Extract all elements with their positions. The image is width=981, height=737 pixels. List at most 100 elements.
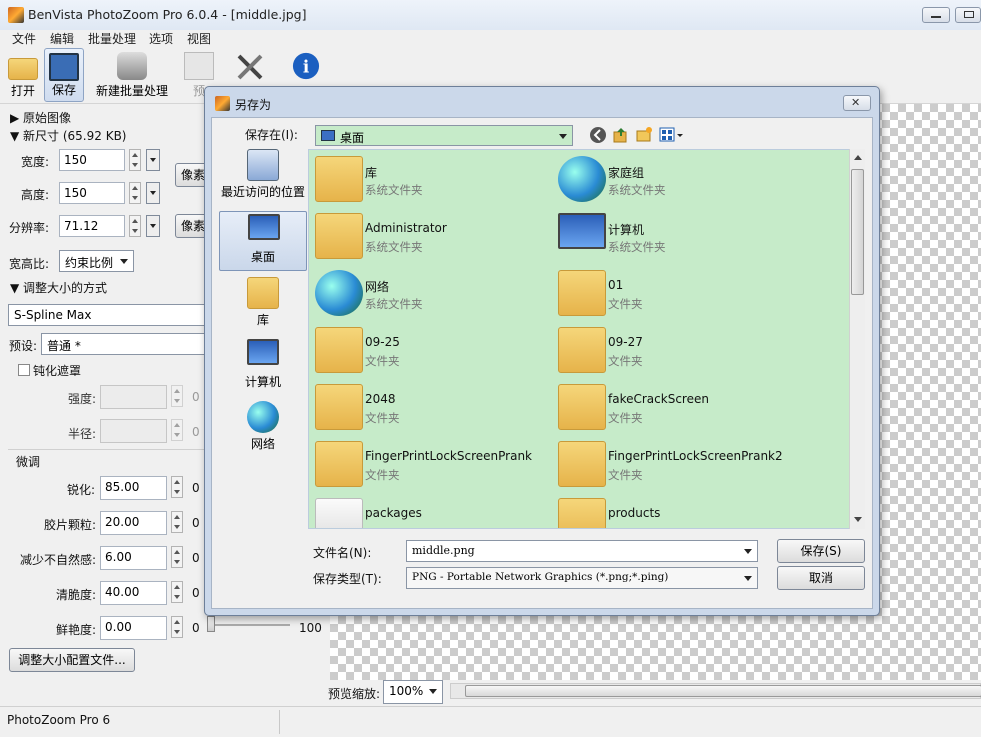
file-item-computer[interactable]: 计算机 系统文件夹 [552, 209, 792, 263]
save-in-value: 桌面 [340, 131, 365, 145]
original-image-header[interactable]: ▶ 原始图像 [10, 109, 71, 126]
file-item-2048[interactable]: 2048 文件夹 [309, 380, 549, 434]
reduce-artifacts-input[interactable]: 6.00 [100, 546, 167, 570]
new-folder-icon[interactable] [635, 126, 653, 144]
method-select[interactable]: S-Spline Max [8, 304, 208, 326]
horizontal-scroll-thumb[interactable] [465, 685, 981, 697]
sharpen-input[interactable]: 85.00 [100, 476, 167, 500]
new-size-header[interactable]: ▼ 新尺寸 (65.92 KB) [10, 127, 127, 144]
film-grain-spinner[interactable] [171, 511, 183, 533]
reduce-artifacts-spinner[interactable] [171, 546, 183, 568]
divider [8, 449, 208, 450]
menu-options[interactable]: 选项 [149, 30, 173, 47]
sharpen-spinner[interactable] [171, 476, 183, 498]
resize-profile-button[interactable]: 调整大小配置文件... [9, 648, 135, 672]
film-grain-input[interactable]: 20.00 [100, 511, 167, 535]
save-button[interactable]: 保存 [44, 48, 84, 102]
file-item-fakecrackscreen[interactable]: fakeCrackScreen 文件夹 [552, 380, 792, 434]
vividness-spinner[interactable] [171, 616, 183, 638]
width-spinner[interactable] [129, 149, 141, 171]
resolution-input[interactable]: 71.12 [59, 215, 125, 237]
dialog-save-button[interactable]: 保存(S) [777, 539, 865, 563]
file-name: Administrator [365, 221, 447, 235]
folder-icon [315, 498, 363, 528]
file-list[interactable]: 库 系统文件夹 家庭组 系统文件夹 Administrator 系统文件夹 计算… [308, 149, 853, 529]
menu-file[interactable]: 文件 [12, 30, 36, 47]
filename-value: middle.png [412, 544, 475, 557]
dialog-cancel-button[interactable]: 取消 [777, 566, 865, 590]
file-item-library[interactable]: 库 系统文件夹 [309, 152, 549, 206]
crispness-zero: 0 [192, 586, 200, 600]
file-type: 文件夹 [365, 411, 400, 425]
scroll-thumb[interactable] [851, 169, 864, 295]
scroll-down-icon[interactable] [854, 517, 862, 522]
file-item-09-27[interactable]: 09-27 文件夹 [552, 323, 792, 377]
file-item-01[interactable]: 01 文件夹 [552, 266, 792, 320]
open-folder-icon [8, 58, 38, 80]
radius-zero: 0 [192, 425, 200, 439]
database-icon [117, 52, 147, 80]
place-network[interactable]: 网络 [219, 399, 307, 459]
file-item-products[interactable]: products [552, 494, 792, 528]
scroll-up-icon[interactable] [854, 155, 862, 160]
width-dropdown[interactable] [146, 149, 160, 171]
vividness-slider-thumb[interactable] [207, 616, 215, 632]
filetype-value: PNG - Portable Network Graphics (*.png;*… [412, 571, 669, 583]
unsharp-mask-label: 钝化遮罩 [33, 364, 82, 378]
chevron-down-icon [744, 549, 752, 554]
unsharp-mask-checkbox[interactable] [18, 364, 30, 376]
resize-method-header[interactable]: ▼ 调整大小的方式 [10, 279, 107, 296]
vividness-slider-track[interactable] [210, 624, 290, 626]
file-item-homegroup[interactable]: 家庭组 系统文件夹 [552, 152, 792, 206]
resolution-spinner[interactable] [129, 215, 141, 237]
computer-icon [247, 339, 279, 365]
horizontal-scrollbar[interactable] [450, 683, 981, 699]
menu-batch[interactable]: 批量处理 [88, 30, 136, 47]
file-item-packages[interactable]: packages [309, 494, 549, 528]
filetype-select[interactable]: PNG - Portable Network Graphics (*.png;*… [406, 567, 758, 589]
up-folder-icon[interactable] [612, 126, 630, 144]
dialog-close-button[interactable]: ✕ [843, 95, 871, 111]
height-spinner[interactable] [129, 182, 141, 204]
place-library[interactable]: 库 [219, 275, 307, 335]
strength-label: 强度: [68, 392, 97, 406]
filename-input[interactable]: middle.png [406, 540, 758, 562]
file-item-administrator[interactable]: Administrator 系统文件夹 [309, 209, 549, 263]
place-desktop[interactable]: 桌面 [219, 211, 307, 271]
file-item-fingerprint-prank[interactable]: FingerPrintLockScreenPrank 文件夹 [309, 437, 549, 491]
network-globe-icon [315, 270, 363, 316]
minimize-icon [931, 16, 941, 18]
back-icon[interactable] [589, 126, 607, 144]
width-input[interactable]: 150 [59, 149, 125, 171]
height-label: 高度: [21, 188, 50, 202]
new-batch-button[interactable]: 新建批量处理 [92, 48, 172, 102]
desktop-icon [321, 130, 335, 141]
file-item-09-25[interactable]: 09-25 文件夹 [309, 323, 549, 377]
place-recent[interactable]: 最近访问的位置 [219, 147, 307, 207]
place-desktop-label: 桌面 [250, 250, 275, 264]
maximize-button[interactable] [955, 7, 981, 23]
vividness-input[interactable]: 0.00 [100, 616, 167, 640]
open-button[interactable]: 打开 [4, 48, 42, 102]
minimize-button[interactable] [922, 7, 950, 23]
menu-edit[interactable]: 编辑 [50, 30, 74, 47]
crispness-input[interactable]: 40.00 [100, 581, 167, 605]
network-globe-icon [247, 401, 279, 433]
status-text: PhotoZoom Pro 6 [7, 713, 111, 727]
aspect-ratio-select[interactable]: 约束比例 [59, 250, 134, 272]
resolution-dropdown[interactable] [146, 215, 160, 237]
user-folder-icon [315, 213, 363, 259]
view-menu-icon[interactable] [659, 126, 685, 144]
place-computer[interactable]: 计算机 [219, 337, 307, 397]
file-item-fingerprint-prank2[interactable]: FingerPrintLockScreenPrank2 文件夹 [552, 437, 792, 491]
file-list-scrollbar[interactable] [849, 149, 865, 529]
height-input[interactable]: 150 [59, 182, 125, 204]
preset-select[interactable]: 普通 * [41, 333, 208, 355]
menu-view[interactable]: 视图 [187, 30, 211, 47]
file-item-network[interactable]: 网络 系统文件夹 [309, 266, 549, 320]
zoom-select[interactable]: 100% [383, 680, 443, 704]
height-dropdown[interactable] [146, 182, 160, 204]
save-in-select[interactable]: 桌面 [315, 125, 573, 146]
crispness-spinner[interactable] [171, 581, 183, 603]
filetype-label: 保存类型(T): [313, 572, 382, 586]
